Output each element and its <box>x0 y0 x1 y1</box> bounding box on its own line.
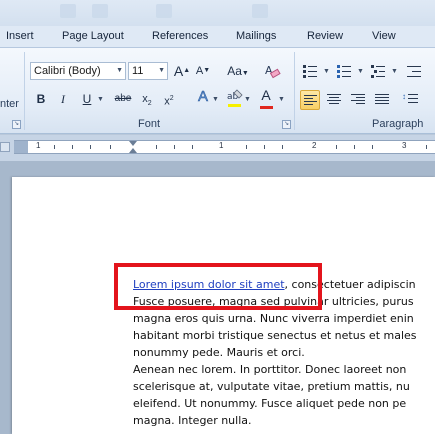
chevron-down-icon[interactable]: ▼ <box>116 63 123 79</box>
tab-view[interactable]: View <box>372 30 396 42</box>
grow-font-button[interactable]: A▲ <box>172 62 192 80</box>
ruler-tick <box>54 145 55 149</box>
text-effects-chevron-icon[interactable]: ▼ <box>212 96 219 103</box>
quick-access-icon[interactable] <box>92 4 108 18</box>
numbering-button[interactable] <box>334 62 356 80</box>
ruler-number: 1 <box>36 141 41 150</box>
font-color-chevron-icon[interactable]: ▼ <box>278 96 285 103</box>
align-right-button[interactable] <box>348 90 368 110</box>
ruler-tick <box>264 145 265 149</box>
group-divider <box>24 52 25 130</box>
tab-review[interactable]: Review <box>307 30 343 42</box>
shrink-font-button[interactable]: A▼ <box>194 62 212 80</box>
tab-references[interactable]: References <box>152 30 208 42</box>
underline-button[interactable]: U <box>79 90 95 108</box>
bold-button[interactable]: B <box>33 90 49 108</box>
ruler-tick <box>192 145 193 149</box>
underline-options-chevron-icon[interactable]: ▼ <box>97 96 104 103</box>
quick-access-icon[interactable] <box>60 4 76 18</box>
subscript-button[interactable]: x2 <box>140 90 154 108</box>
text-line: eleifend. Ut nonummy. Fusce aliquet pede… <box>133 397 407 410</box>
ruler-tick <box>156 145 157 149</box>
highlight-icon: ab <box>227 89 243 102</box>
change-case-icon: Aa <box>227 64 242 78</box>
text-effects-icon: A <box>197 88 209 106</box>
first-line-indent-marker[interactable] <box>129 141 137 146</box>
font-name-value: Calibri (Body) <box>34 65 101 77</box>
ribbon-tabs: Insert Page Layout References Mailings R… <box>0 26 435 48</box>
text-line: habitant morbi tristique senectus et net… <box>133 329 417 342</box>
text-line: Aenean nec lorem. In porttitor. Donec la… <box>133 363 407 376</box>
horizontal-ruler[interactable]: 1 1 2 3 <box>14 140 435 154</box>
ruler-tick <box>282 145 283 149</box>
ruler-tick <box>372 145 373 149</box>
tab-mailings[interactable]: Mailings <box>236 30 276 42</box>
tab-insert[interactable]: Insert <box>6 30 34 42</box>
superscript-button[interactable]: x2 <box>162 90 176 108</box>
grow-font-icon: A <box>173 63 184 79</box>
ruler-tick <box>336 145 337 149</box>
text-effects-button[interactable]: A <box>194 88 212 106</box>
strikethrough-button[interactable]: abe <box>112 90 134 108</box>
font-size-combo[interactable]: 11 ▼ <box>128 62 168 80</box>
quick-access-icon[interactable] <box>252 4 268 18</box>
justify-button[interactable] <box>372 90 392 110</box>
ruler-tick <box>90 145 91 149</box>
ruler-tick <box>246 145 247 149</box>
dialog-launcher-icon[interactable]: ↘ <box>12 120 21 129</box>
multilevel-chevron-icon[interactable]: ▼ <box>391 68 398 75</box>
ruler-tick <box>174 145 175 149</box>
annotation-highlight-box <box>114 263 322 310</box>
ruler-tick <box>354 145 355 149</box>
group-divider <box>294 52 295 130</box>
clear-format-button[interactable]: A <box>262 62 282 80</box>
font-color-icon: A <box>261 87 271 103</box>
font-dialog-launcher-icon[interactable]: ↘ <box>282 120 291 129</box>
text-line: magna. Integer nulla. <box>133 414 252 427</box>
multilevel-list-button[interactable] <box>368 62 390 80</box>
ruler-tick <box>72 145 73 149</box>
text-line: scelerisque at, vulputate vitae, pretium… <box>133 380 410 393</box>
hanging-indent-marker[interactable] <box>129 148 137 153</box>
font-name-combo[interactable]: Calibri (Body) ▼ <box>30 62 126 80</box>
align-left-button[interactable] <box>300 90 320 110</box>
highlight-button[interactable]: ab <box>226 88 244 110</box>
text-line: nonummy pede. Mauris et orci. <box>133 346 305 359</box>
decrease-indent-button[interactable] <box>404 62 426 80</box>
title-bar <box>0 0 435 26</box>
ruler-tick <box>426 145 427 149</box>
ruler-margin <box>14 141 28 153</box>
bullets-chevron-icon[interactable]: ▼ <box>323 68 330 75</box>
quick-access-icon[interactable] <box>156 4 172 18</box>
font-color-bar <box>260 106 273 109</box>
ruler-number: 3 <box>402 141 407 150</box>
ribbon-home: nter Calibri (Body) ▼ 11 ▼ A▲ A▼ Aa▼ A B… <box>0 48 435 134</box>
italic-button[interactable]: I <box>55 90 71 108</box>
highlight-color-bar <box>228 104 241 107</box>
font-color-button[interactable]: A <box>258 86 274 104</box>
font-group-label: Font <box>138 118 161 130</box>
text-line: magna eros quis urna. Nunc viverra imper… <box>133 312 414 325</box>
change-case-button[interactable]: Aa▼ <box>226 62 250 80</box>
center-button[interactable] <box>324 90 344 110</box>
ruler-number: 2 <box>312 141 317 150</box>
highlight-chevron-icon[interactable]: ▼ <box>244 96 251 103</box>
tab-selector[interactable] <box>0 142 10 152</box>
paragraph-group-label: Paragraph <box>372 118 424 130</box>
chevron-down-icon[interactable]: ▼ <box>158 63 165 79</box>
bullets-button[interactable] <box>300 62 322 80</box>
font-size-value: 11 <box>132 65 144 77</box>
tab-page-layout[interactable]: Page Layout <box>62 30 124 42</box>
ruler-area: 1 1 2 3 <box>0 135 435 161</box>
clear-format-icon: A <box>265 64 281 79</box>
clipboard-group-partial-label: nter <box>0 98 19 110</box>
line-spacing-button[interactable]: ↕ <box>400 90 420 110</box>
ruler-number: 1 <box>219 141 224 150</box>
ruler-tick <box>110 145 111 149</box>
numbering-chevron-icon[interactable]: ▼ <box>357 68 364 75</box>
